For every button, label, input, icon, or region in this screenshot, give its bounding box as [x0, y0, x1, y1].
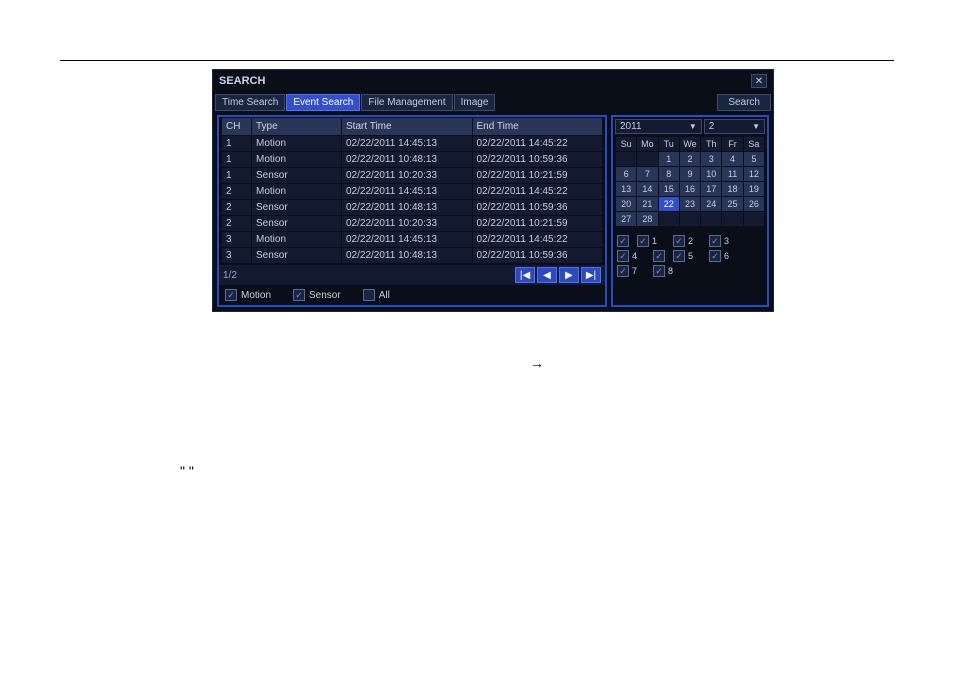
checkbox-all[interactable]: [363, 289, 375, 301]
calendar-day[interactable]: 2: [679, 152, 700, 167]
tab-file-management[interactable]: File Management: [361, 94, 452, 111]
table-row[interactable]: 2Sensor02/22/2011 10:20:3302/22/2011 10:…: [222, 216, 603, 232]
calendar-day[interactable]: 24: [701, 197, 722, 212]
calendar-day[interactable]: 11: [722, 167, 743, 182]
channel-7[interactable]: ✓7: [617, 265, 647, 277]
calendar-day[interactable]: 8: [658, 167, 679, 182]
calendar-day[interactable]: 23: [679, 197, 700, 212]
dialog-title: SEARCH: [219, 75, 265, 87]
month-select[interactable]: 2▼: [704, 119, 765, 134]
tab-image[interactable]: Image: [454, 94, 496, 111]
channel-2[interactable]: ✓2: [673, 235, 703, 247]
pager-next-icon[interactable]: ▶: [559, 267, 579, 283]
calendar-grid: Su Mo Tu We Th Fr Sa 12345 6789101112 13…: [615, 136, 765, 227]
filter-motion-label: Motion: [241, 290, 271, 301]
channel-3[interactable]: ✓3: [709, 235, 739, 247]
channel-8[interactable]: ✓8: [653, 265, 683, 277]
close-icon[interactable]: ✕: [751, 74, 767, 88]
pager-prev-icon[interactable]: ◀: [537, 267, 557, 283]
calendar-day[interactable]: 15: [658, 182, 679, 197]
year-select[interactable]: 2011▼: [615, 119, 702, 134]
calendar-panel: 2011▼ 2▼ Su Mo Tu We Th Fr Sa: [611, 115, 769, 307]
pager-last-icon[interactable]: ▶|: [581, 267, 601, 283]
channel-4[interactable]: ✓4: [617, 250, 647, 262]
table-row[interactable]: 2Sensor02/22/2011 10:48:1302/22/2011 10:…: [222, 200, 603, 216]
channel-1[interactable]: ✓1: [637, 235, 667, 247]
calendar-day[interactable]: 5: [743, 152, 764, 167]
calendar-day[interactable]: 20: [616, 197, 637, 212]
pager-label: 1/2: [223, 270, 515, 281]
calendar-day[interactable]: 26: [743, 197, 764, 212]
table-row[interactable]: 2Motion02/22/2011 14:45:1302/22/2011 14:…: [222, 184, 603, 200]
calendar-day[interactable]: 21: [637, 197, 658, 212]
checkbox-motion[interactable]: ✓: [225, 289, 237, 301]
calendar-day[interactable]: 13: [616, 182, 637, 197]
calendar-day[interactable]: 7: [637, 167, 658, 182]
col-type: Type: [252, 118, 342, 136]
table-row[interactable]: 1Motion02/22/2011 14:45:1302/22/2011 14:…: [222, 136, 603, 152]
channel-5[interactable]: ✓5: [673, 250, 703, 262]
calendar-day[interactable]: 16: [679, 182, 700, 197]
calendar-day[interactable]: 4: [722, 152, 743, 167]
filter-all[interactable]: All: [363, 289, 390, 301]
table-row[interactable]: 1Sensor02/22/2011 10:20:3302/22/2011 10:…: [222, 168, 603, 184]
tab-time-search[interactable]: Time Search: [215, 94, 285, 111]
filter-motion[interactable]: ✓ Motion: [225, 289, 271, 301]
calendar-day[interactable]: 14: [637, 182, 658, 197]
calendar-day[interactable]: 1: [658, 152, 679, 167]
channel-all-2[interactable]: ✓: [653, 250, 667, 262]
calendar-day[interactable]: 10: [701, 167, 722, 182]
calendar-day[interactable]: 27: [616, 212, 637, 227]
calendar-day[interactable]: 9: [679, 167, 700, 182]
calendar-day[interactable]: 18: [722, 182, 743, 197]
col-end: End Time: [472, 118, 603, 136]
calendar-day-selected[interactable]: 22: [658, 197, 679, 212]
search-button[interactable]: Search: [717, 94, 771, 111]
table-row[interactable]: 3Motion02/22/2011 14:45:1302/22/2011 14:…: [222, 232, 603, 248]
chevron-down-icon: ▼: [752, 122, 760, 131]
filter-sensor[interactable]: ✓ Sensor: [293, 289, 341, 301]
col-start: Start Time: [342, 118, 473, 136]
channel-all[interactable]: ✓: [617, 235, 631, 247]
search-dialog: SEARCH ✕ Time Search Event Search File M…: [212, 69, 774, 312]
event-list-panel: CH Type Start Time End Time 1Motion02/22…: [217, 115, 607, 307]
calendar-day[interactable]: 17: [701, 182, 722, 197]
filter-all-label: All: [379, 290, 390, 301]
calendar-day[interactable]: 3: [701, 152, 722, 167]
tab-event-search[interactable]: Event Search: [286, 94, 360, 111]
filter-sensor-label: Sensor: [309, 290, 341, 301]
checkbox-sensor[interactable]: ✓: [293, 289, 305, 301]
table-row[interactable]: 3Sensor02/22/2011 10:48:1302/22/2011 10:…: [222, 248, 603, 264]
chevron-down-icon: ▼: [689, 122, 697, 131]
table-row[interactable]: 1Motion02/22/2011 10:48:1302/22/2011 10:…: [222, 152, 603, 168]
event-table: CH Type Start Time End Time 1Motion02/22…: [221, 117, 603, 264]
doc-body-text: → " ": [100, 352, 854, 483]
col-ch: CH: [222, 118, 252, 136]
calendar-day[interactable]: 25: [722, 197, 743, 212]
calendar-day[interactable]: 28: [637, 212, 658, 227]
channel-6[interactable]: ✓6: [709, 250, 739, 262]
calendar-day[interactable]: 12: [743, 167, 764, 182]
calendar-day[interactable]: 19: [743, 182, 764, 197]
calendar-day[interactable]: 6: [616, 167, 637, 182]
pager-first-icon[interactable]: |◀: [515, 267, 535, 283]
